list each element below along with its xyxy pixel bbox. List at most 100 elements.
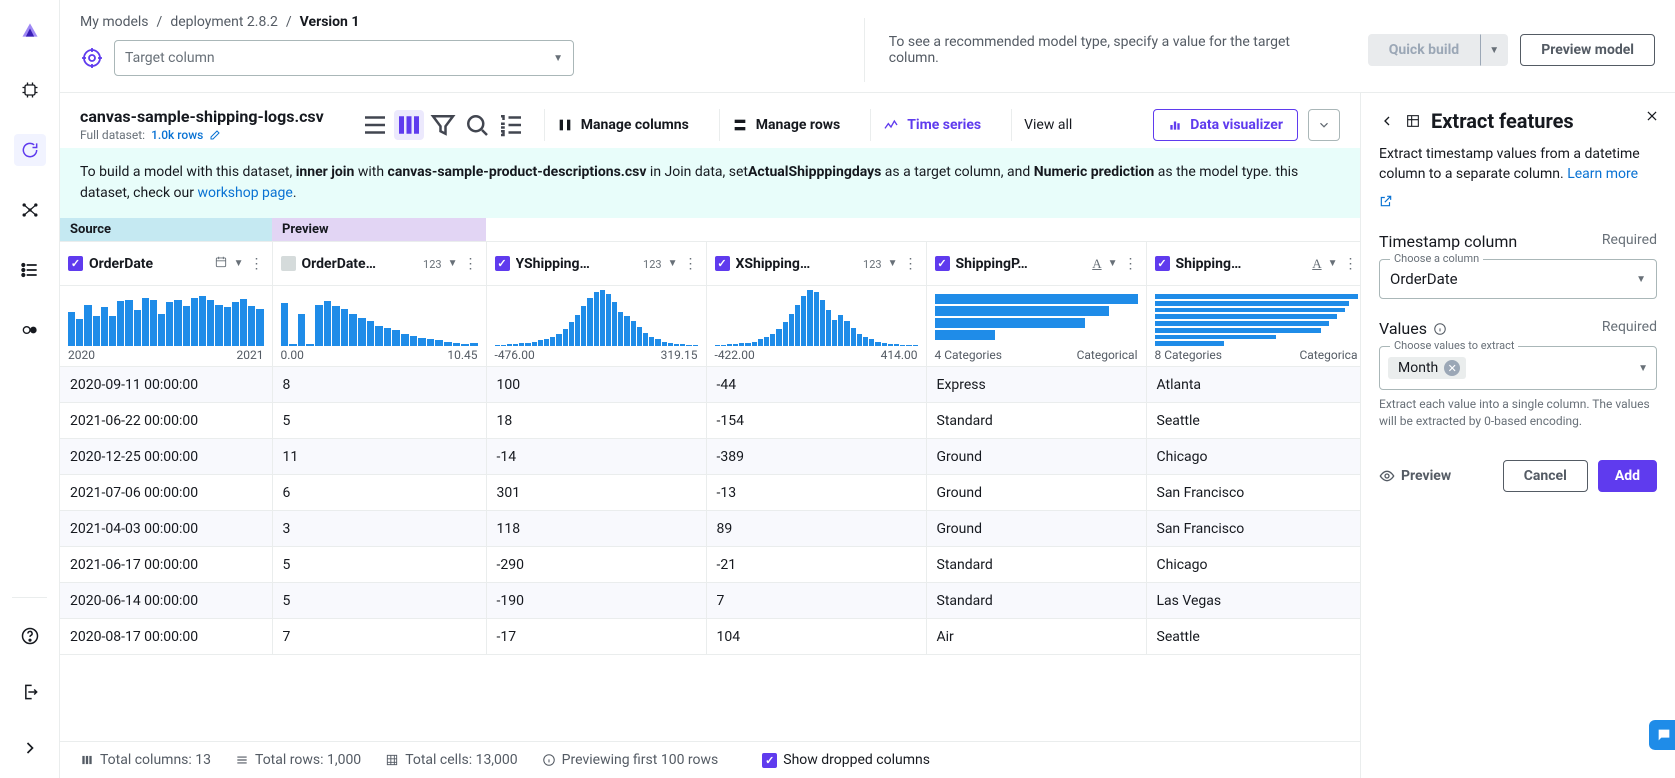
values-select[interactable]: Choose values to extract Month ✕ ▼ <box>1379 346 1657 390</box>
cell: Seattle <box>1146 619 1360 655</box>
kebab-icon[interactable]: ⋮ <box>1124 256 1138 272</box>
table-row[interactable]: 2020-12-25 00:00:0011-14-389GroundChicag… <box>60 439 1360 475</box>
cell: 2021-06-22 00:00:00 <box>60 403 272 439</box>
nav-toggle-icon[interactable] <box>14 314 46 346</box>
search-icon[interactable] <box>462 110 492 140</box>
close-icon[interactable] <box>1645 109 1659 127</box>
nav-chip-icon[interactable] <box>14 74 46 106</box>
table-row[interactable]: 2020-08-17 00:00:007-17104AirSeattle <box>60 619 1360 655</box>
show-dropped-checkbox[interactable] <box>762 753 777 768</box>
cell: 301 <box>486 475 706 511</box>
caret-down-icon[interactable]: ▼ <box>448 258 458 269</box>
view-all-button[interactable]: View all <box>1011 109 1084 141</box>
learn-more-link[interactable]: Learn more <box>1567 166 1638 182</box>
column-checkbox[interactable] <box>68 256 83 271</box>
help-icon[interactable] <box>14 620 46 652</box>
cell: Chicago <box>1146 439 1360 475</box>
column-name: OrderDate <box>89 256 208 272</box>
cell: 2020-08-17 00:00:00 <box>60 619 272 655</box>
values-label: Values <box>1379 319 1427 338</box>
caret-down-icon[interactable]: ▼ <box>1328 258 1338 269</box>
add-button[interactable]: Add <box>1598 460 1657 492</box>
cell: Air <box>926 619 1146 655</box>
kebab-icon[interactable]: ⋮ <box>1344 256 1358 272</box>
table-row[interactable]: 2020-09-11 00:00:008100-44ExpressAtlanta <box>60 367 1360 403</box>
column-header[interactable]: XShipping…123▼⋮ <box>706 242 926 286</box>
view-list-icon[interactable] <box>360 110 390 140</box>
column-checkbox[interactable] <box>935 256 950 271</box>
nav-network-icon[interactable] <box>14 194 46 226</box>
kebab-icon[interactable]: ⋮ <box>250 256 264 272</box>
column-header[interactable]: YShipping…123▼⋮ <box>486 242 706 286</box>
table-row[interactable]: 2021-06-22 00:00:00518-154StandardSeattl… <box>60 403 1360 439</box>
column-header[interactable]: Shipping…A▼⋮ <box>1146 242 1360 286</box>
cell: -154 <box>706 403 926 439</box>
more-button[interactable]: ⌄ <box>1308 109 1340 141</box>
column-checkbox[interactable] <box>1155 256 1170 271</box>
caret-down-icon[interactable]: ▼ <box>1108 258 1118 269</box>
logout-icon[interactable] <box>14 676 46 708</box>
external-link-icon[interactable] <box>1379 194 1657 212</box>
nav-refresh-icon[interactable] <box>14 134 46 166</box>
crumb-models[interactable]: My models <box>80 14 149 30</box>
kebab-icon[interactable]: ⋮ <box>464 256 478 272</box>
nav-list-icon[interactable] <box>14 254 46 286</box>
caret-down-icon: ▼ <box>553 53 563 64</box>
edit-icon[interactable] <box>209 129 221 141</box>
timestamp-value: OrderDate <box>1390 270 1458 288</box>
expand-icon[interactable] <box>14 732 46 764</box>
table-row[interactable]: 2021-07-06 00:00:006301-13GroundSan Fran… <box>60 475 1360 511</box>
table-row[interactable]: 2021-06-17 00:00:005-290-21StandardChica… <box>60 547 1360 583</box>
cell: 2021-07-06 00:00:00 <box>60 475 272 511</box>
table-row[interactable]: 2021-04-03 00:00:00311889GroundSan Franc… <box>60 511 1360 547</box>
chip-remove-icon[interactable]: ✕ <box>1444 360 1460 376</box>
column-chart: -422.00414.00 <box>706 286 926 367</box>
view-columns-icon[interactable] <box>394 110 424 140</box>
time-series-button[interactable]: Time series <box>870 109 993 141</box>
filter-icon[interactable] <box>428 110 458 140</box>
cell: Seattle <box>1146 403 1360 439</box>
cell: -17 <box>486 619 706 655</box>
column-group-headers: Source Preview <box>60 218 1360 241</box>
manage-columns-button[interactable]: Manage columns <box>544 109 701 141</box>
column-checkbox[interactable] <box>495 256 510 271</box>
caret-down-icon[interactable]: ▼ <box>888 258 898 269</box>
cell: 5 <box>272 583 486 619</box>
crumb-deployment[interactable]: deployment 2.8.2 <box>170 14 278 30</box>
column-name: XShipping… <box>736 256 858 272</box>
caret-down-icon: ▼ <box>1638 363 1648 374</box>
column-header[interactable]: OrderDate…123▼⋮ <box>272 242 486 286</box>
file-name: canvas-sample-shipping-logs.csv <box>80 107 324 126</box>
data-visualizer-button[interactable]: Data visualizer <box>1153 109 1298 141</box>
chat-icon[interactable] <box>1649 720 1675 750</box>
timestamp-column-select[interactable]: Choose a column OrderDate ▼ <box>1379 259 1657 299</box>
column-checkbox[interactable] <box>715 256 730 271</box>
logo-icon[interactable] <box>14 14 46 46</box>
preview-model-button[interactable]: Preview model <box>1520 34 1655 66</box>
numbered-list-icon[interactable] <box>496 110 526 140</box>
caret-down-icon[interactable]: ▼ <box>234 258 244 269</box>
target-column-select[interactable]: Target column ▼ <box>114 40 574 76</box>
cell: -44 <box>706 367 926 403</box>
column-header[interactable]: ShippingP…A▼⋮ <box>926 242 1146 286</box>
manage-rows-button[interactable]: Manage rows <box>719 109 852 141</box>
dataset-rows[interactable]: 1.0k rows <box>151 128 203 142</box>
column-header[interactable]: OrderDate ▼ ⋮ <box>60 242 272 286</box>
cancel-button[interactable]: Cancel <box>1503 460 1588 492</box>
required-label: Required <box>1602 319 1657 338</box>
eye-icon <box>1379 468 1395 484</box>
back-icon[interactable] <box>1379 113 1395 129</box>
preview-count: Previewing first 100 rows <box>562 752 719 768</box>
info-icon[interactable] <box>1433 322 1447 336</box>
table-row[interactable]: 2020-06-14 00:00:005-1907StandardLas Veg… <box>60 583 1360 619</box>
cell: 11 <box>272 439 486 475</box>
preview-button[interactable]: Preview <box>1379 468 1451 484</box>
cell: 89 <box>706 511 926 547</box>
cell: Las Vegas <box>1146 583 1360 619</box>
column-checkbox[interactable] <box>281 256 296 271</box>
kebab-icon[interactable]: ⋮ <box>904 256 918 272</box>
workshop-link[interactable]: workshop page <box>197 185 292 201</box>
caret-down-icon[interactable]: ▼ <box>668 258 678 269</box>
kebab-icon[interactable]: ⋮ <box>684 256 698 272</box>
cell: 18 <box>486 403 706 439</box>
